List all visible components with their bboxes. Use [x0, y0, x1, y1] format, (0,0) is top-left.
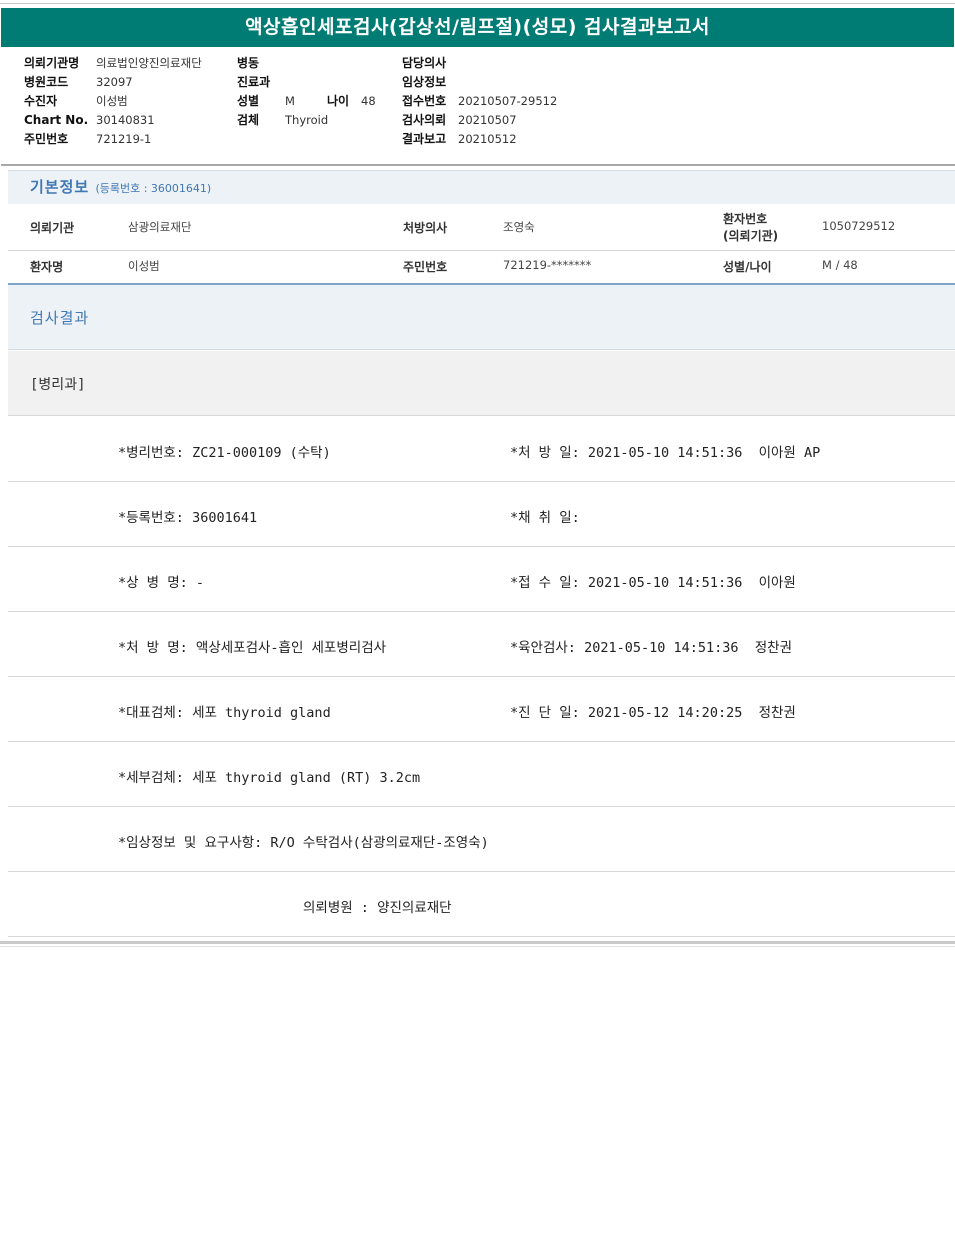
result-right: *육안검사: 2021-05-10 14:51:36 정찬권	[510, 640, 793, 656]
result-row: *대표검체: 세포 thyroid gland *진 단 일: 2021-05-…	[8, 677, 955, 742]
result-row: *병리번호: ZC21-000109 (수탁) *처 방 일: 2021-05-…	[8, 417, 955, 482]
header-divider	[1, 164, 955, 166]
field-label: 의뢰기관	[30, 221, 75, 235]
result-left: *등록번호: 36001641	[118, 510, 258, 526]
result-left: *상 병 명: -	[118, 575, 205, 591]
result-left: *대표검체: 세포 thyroid gland	[118, 705, 331, 721]
field-value: M / 48	[822, 258, 858, 272]
header-col-1: 의뢰기관명 의료법인양진의료재단 병원코드 32097 수진자 이성범 Chart N…	[24, 54, 202, 149]
header-value: Thyroid	[285, 113, 329, 127]
header-label: 검체	[237, 113, 260, 127]
department-label: [병리과]	[30, 377, 86, 393]
field-label: 주민번호	[403, 260, 448, 274]
field-value: 삼광의료재단	[128, 220, 192, 234]
header-label: 수진자	[24, 94, 58, 108]
header-field: 의뢰기관명 의료법인양진의료재단	[24, 54, 202, 73]
header-label: 결과보고	[402, 132, 447, 146]
header-label: 접수번호	[402, 94, 447, 108]
header-label: 병원코드	[24, 75, 69, 89]
bottom-border	[0, 941, 955, 944]
result-left: *병리번호: ZC21-000109 (수탁)	[118, 445, 331, 461]
header-field: 수진자 이성범	[24, 92, 202, 111]
header-value: 의료법인양진의료재단	[96, 56, 202, 70]
header-label: 병동	[237, 56, 260, 70]
report-title: 액상흡인세포검사(갑상선/림프절)(성모) 검사결과보고서	[1, 8, 954, 47]
header-field: 주민번호 721219-1	[24, 130, 202, 149]
results-header: 검사결과	[8, 285, 955, 350]
header-col-2: 병동 진료과 성별 M 나이 48 검체 Thyroid	[237, 54, 376, 130]
field-label: 성별/나이	[723, 260, 772, 274]
field-value: 1050729512	[822, 219, 896, 233]
result-row: *임상정보 및 요구사항: R/O 수탁검사(삼광의료재단-조영숙)	[8, 807, 955, 872]
header-value: 30140831	[96, 113, 155, 127]
header-label: 임상정보	[402, 75, 447, 89]
basic-info-title: 기본정보 (등록번호 : 36001641)	[30, 176, 211, 197]
result-row: *등록번호: 36001641 *채 취 일:	[8, 482, 955, 547]
header-label: 담당의사	[402, 56, 447, 70]
result-right: *채 취 일:	[510, 510, 580, 526]
header-value: 20210507-29512	[458, 94, 558, 108]
header-field: 검사의뢰 20210507	[402, 111, 557, 130]
basic-info-header: 기본정보 (등록번호 : 36001641)	[8, 170, 955, 204]
header-col-3: 담당의사 임상정보 접수번호 20210507-29512 검사의뢰 2021050…	[402, 54, 557, 149]
header-field: 임상정보	[402, 73, 557, 92]
header-label: 의뢰기관명	[24, 56, 80, 70]
field-label: (의뢰기관)	[723, 229, 779, 243]
result-left: *처 방 명: 액상세포검사-흡인 세포병리검사	[118, 640, 387, 656]
result-left: *세부검체: 세포 thyroid gland (RT) 3.2cm	[118, 770, 421, 786]
header-value: 721219-1	[96, 132, 152, 146]
field-label: 처방의사	[403, 221, 448, 235]
results-title: 검사결과	[30, 309, 90, 327]
header-field: 담당의사	[402, 54, 557, 73]
header-label: 나이	[327, 94, 350, 108]
header-field: Chart No. 30140831	[24, 111, 202, 130]
header-value: 32097	[96, 75, 133, 89]
result-right: *진 단 일: 2021-05-12 14:20:25 정찬권	[510, 705, 796, 721]
header-field: 병동	[237, 54, 376, 73]
header-field: 병원코드 32097	[24, 73, 202, 92]
result-row: *처 방 명: 액상세포검사-흡인 세포병리검사 *육안검사: 2021-05-…	[8, 612, 955, 677]
header-value: 이성범	[96, 94, 128, 108]
header-value: 20210512	[458, 132, 517, 146]
referral-hospital: 의뢰병원 : 양진의료재단	[303, 900, 452, 916]
field-value: 721219-*******	[503, 258, 592, 272]
result-right: *접 수 일: 2021-05-10 14:51:36 이아원	[510, 575, 796, 591]
header-label: Chart No.	[24, 113, 89, 127]
basic-info-title-text: 기본정보	[30, 178, 90, 196]
registration-number: (등록번호 : 36001641)	[95, 182, 212, 195]
header-label: 주민번호	[24, 132, 69, 146]
result-row: *세부검체: 세포 thyroid gland (RT) 3.2cm	[8, 742, 955, 807]
header-label: 검사의뢰	[402, 113, 447, 127]
field-value: 이성범	[128, 259, 160, 273]
referral-row: 의뢰병원 : 양진의료재단	[8, 872, 955, 937]
header-value: 20210507	[458, 113, 517, 127]
field-label: 환자번호	[723, 212, 768, 226]
header-value: 48	[361, 94, 376, 108]
field-value: 조영숙	[503, 220, 535, 234]
basic-info-row-1: 의뢰기관 삼광의료재단 처방의사 조영숙 환자번호 (의뢰기관) 1050729…	[8, 204, 955, 251]
header-field: 검체 Thyroid	[237, 111, 376, 130]
result-row: *상 병 명: - *접 수 일: 2021-05-10 14:51:36 이아…	[8, 547, 955, 612]
result-right: *처 방 일: 2021-05-10 14:51:36 이아원 AP	[510, 445, 821, 461]
bottom-border-inner	[0, 946, 955, 947]
header-label: 진료과	[237, 75, 271, 89]
department-row: [병리과]	[8, 351, 955, 416]
basic-info-row-2: 환자명 이성범 주민번호 721219-******* 성별/나이 M / 48	[8, 251, 955, 283]
header-field: 성별 M 나이 48	[237, 92, 376, 111]
top-border	[0, 3, 955, 4]
result-left: *임상정보 및 요구사항: R/O 수탁검사(삼광의료재단-조영숙)	[118, 835, 489, 851]
header-field: 접수번호 20210507-29512	[402, 92, 557, 111]
header-field: 진료과	[237, 73, 376, 92]
field-label: 환자명	[30, 260, 64, 274]
header-value: M	[285, 94, 295, 108]
header-field: 결과보고 20210512	[402, 130, 557, 149]
header-label: 성별	[237, 94, 260, 108]
